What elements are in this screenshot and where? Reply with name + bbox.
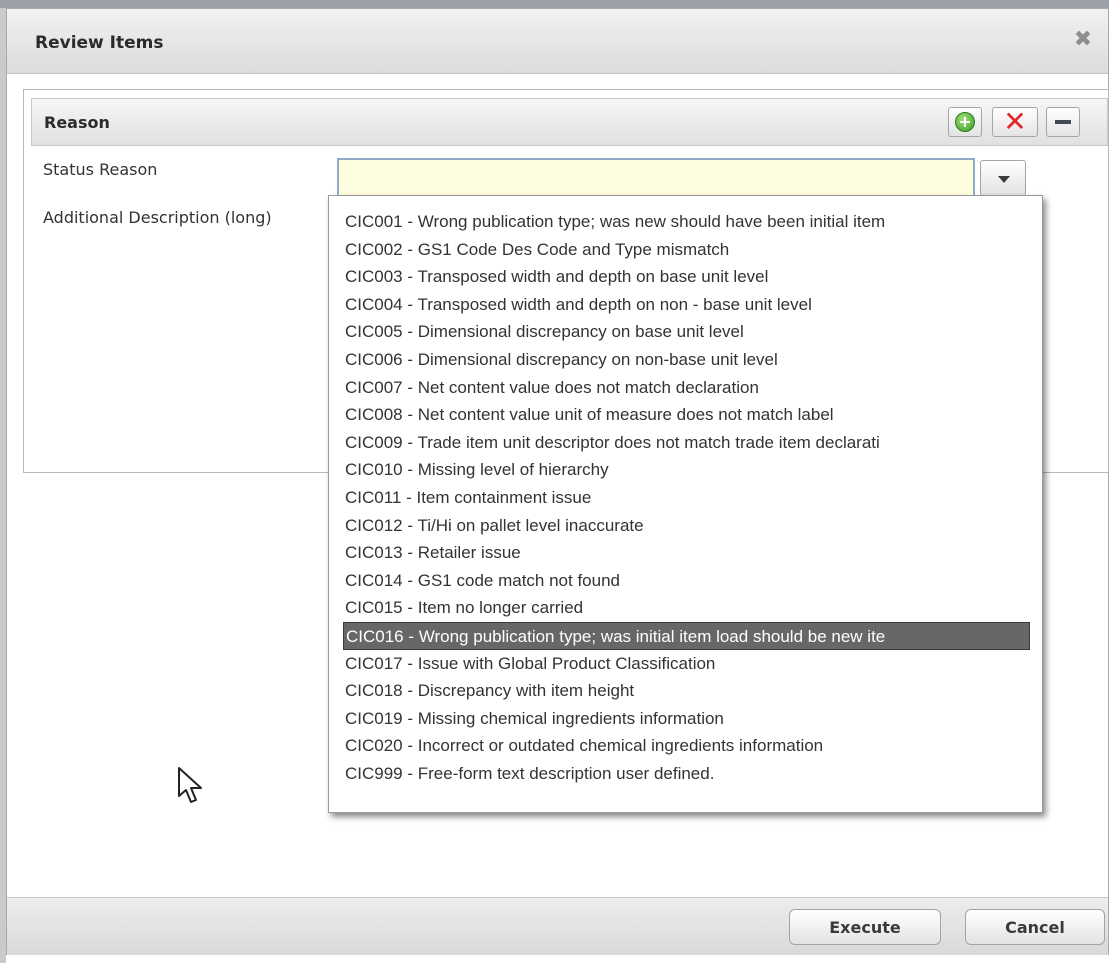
dialog-title: Review Items [35,33,164,53]
dropdown-option[interactable]: CIC006 - Dimensional discrepancy on non-… [343,346,1030,374]
panel-title: Reason [44,113,110,132]
dropdown-option[interactable]: CIC002 - GS1 Code Des Code and Type mism… [343,236,1030,264]
dropdown-option[interactable]: CIC014 - GS1 code match not found [343,567,1030,595]
delete-reason-button[interactable]: ✕ [992,107,1038,137]
plus-circle-icon: + [955,112,975,132]
dropdown-option[interactable]: CIC020 - Incorrect or outdated chemical … [343,732,1030,760]
dropdown-option[interactable]: CIC019 - Missing chemical ingredients in… [343,705,1030,733]
dropdown-option[interactable]: CIC001 - Wrong publication type; was new… [343,208,1030,236]
dropdown-option[interactable]: CIC010 - Missing level of hierarchy [343,456,1030,484]
dropdown-option[interactable]: CIC003 - Transposed width and depth on b… [343,263,1030,291]
dropdown-option[interactable]: CIC005 - Dimensional discrepancy on base… [343,318,1030,346]
dropdown-option[interactable]: CIC011 - Item containment issue [343,484,1030,512]
execute-button[interactable]: Execute [789,909,941,945]
chevron-down-icon [998,176,1010,183]
dropdown-option[interactable]: CIC015 - Item no longer carried [343,594,1030,622]
status-reason-dropdown-list[interactable]: CIC001 - Wrong publication type; was new… [328,195,1043,813]
dropdown-option[interactable]: CIC009 - Trade item unit descriptor does… [343,429,1030,457]
additional-description-label: Additional Description (long) [43,208,272,227]
cancel-button[interactable]: Cancel [965,909,1105,945]
reason-panel-header: Reason + ✕ [31,98,1108,146]
minimize-panel-button[interactable] [1046,107,1080,137]
status-reason-combobox-input[interactable] [337,158,975,198]
dialog-footer: Execute Cancel [7,897,1108,955]
dropdown-option[interactable]: CIC018 - Discrepancy with item height [343,677,1030,705]
dropdown-option[interactable]: CIC999 - Free-form text description user… [343,760,1030,788]
dropdown-option[interactable]: CIC008 - Net content value unit of measu… [343,401,1030,429]
mouse-pointer-icon [178,767,202,803]
add-reason-button[interactable]: + [948,107,982,137]
close-icon[interactable]: ✖ [1072,29,1094,51]
dropdown-option[interactable]: CIC017 - Issue with Global Product Class… [343,650,1030,678]
background-window-edge [0,0,1109,8]
status-reason-label: Status Reason [43,160,158,179]
status-reason-dropdown-button[interactable] [980,160,1026,196]
red-x-icon: ✕ [1003,105,1027,138]
dropdown-option[interactable]: CIC007 - Net content value does not matc… [343,374,1030,402]
dropdown-option-selected[interactable]: CIC016 - Wrong publication type; was ini… [343,621,1030,650]
dropdown-option[interactable]: CIC004 - Transposed width and depth on n… [343,291,1030,319]
dropdown-option[interactable]: CIC012 - Ti/Hi on pallet level inaccurat… [343,512,1030,540]
minus-icon [1055,120,1071,124]
dropdown-option[interactable]: CIC013 - Retailer issue [343,539,1030,567]
dialog-titlebar[interactable]: Review Items ✖ [7,9,1108,74]
